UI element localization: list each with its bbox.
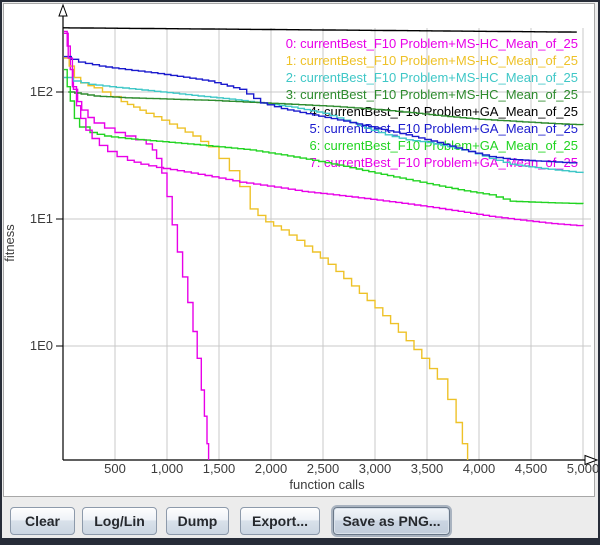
log-lin-button[interactable]: Log/Lin bbox=[82, 507, 157, 535]
chart-legend: 0: currentBest_F10 Problem+MS-HC_Mean_of… bbox=[0, 0, 600, 500]
clear-button[interactable]: Clear bbox=[10, 507, 75, 535]
legend-entry-6: 6: currentBest_F10 Problem+GA_Mean_of_25 bbox=[310, 138, 578, 154]
legend-entry-0: 0: currentBest_F10 Problem+MS-HC_Mean_of… bbox=[286, 36, 578, 52]
dump-button[interactable]: Dump bbox=[166, 507, 229, 535]
legend-entry-7: 7: currentBest_F10 Problem+GA_Mean_of_25 bbox=[310, 155, 578, 171]
legend-entry-2: 2: currentBest_F10 Problem+MS-HC_Mean_of… bbox=[286, 70, 578, 86]
window-border-top bbox=[0, 0, 600, 2]
legend-entry-5: 5: currentBest_F10 Problem+GA_Mean_of_25 bbox=[310, 121, 578, 137]
legend-entry-1: 1: currentBest_F10 Problem+MS-HC_Mean_of… bbox=[286, 53, 578, 69]
legend-entry-3: 3: currentBest_F10 Problem+MS-HC_Mean_of… bbox=[286, 87, 578, 103]
window-border-left bbox=[0, 0, 2, 545]
plot-window: 1E21E11E05001,0001,5002,0002,5003,0003,5… bbox=[0, 0, 600, 545]
export-button[interactable]: Export... bbox=[240, 507, 320, 535]
toolbar: Clear Log/Lin Dump Export... Save as PNG… bbox=[2, 503, 598, 538]
save-as-png-button[interactable]: Save as PNG... bbox=[333, 507, 450, 535]
legend-entry-4: 4: currentBest_F10 Problem+GA_Mean_of_25 bbox=[310, 104, 578, 120]
window-border-bottom bbox=[0, 538, 600, 545]
